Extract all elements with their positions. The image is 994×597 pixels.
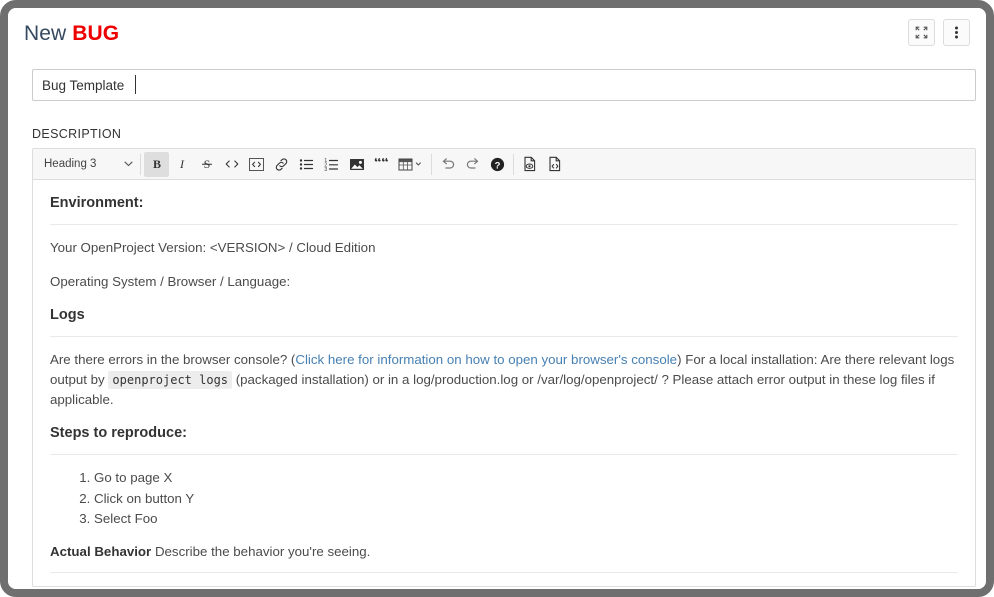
paragraph-style-dropdown[interactable]: Heading 3 [35, 152, 137, 177]
openproject-logs-code: openproject logs [108, 371, 232, 389]
toolbar-separator [431, 154, 432, 175]
list-item: Select Foo [94, 509, 968, 530]
actual-behavior-paragraph: Actual Behavior Describe the behavior yo… [40, 542, 968, 562]
editor-content[interactable]: Environment: Your OpenProject Version: <… [33, 180, 975, 587]
os-paragraph: Operating System / Browser / Language: [40, 272, 968, 292]
page-title-type: BUG [72, 22, 119, 45]
work-package-form: New BUG [8, 8, 986, 589]
list-item: Go to page X [94, 468, 968, 489]
page-title: New BUG [24, 22, 119, 46]
steps-list: Go to page X Click on button Y Select Fo… [40, 468, 968, 530]
description-editor: Heading 3 B I S [32, 148, 976, 587]
chevron-down-icon [124, 158, 133, 170]
environment-heading: Environment: [40, 194, 968, 212]
insert-table-button[interactable] [394, 152, 428, 177]
list-item: Click on button Y [94, 489, 968, 510]
text-caret [135, 75, 136, 94]
logs-paragraph: Are there errors in the browser console?… [40, 350, 968, 410]
version-paragraph: Your OpenProject Version: <VERSION> / Cl… [40, 238, 968, 258]
expected-behavior-paragraph: Expected Behavior Describe the expected … [40, 586, 968, 588]
browser-console-link[interactable]: Click here for information on how to ope… [295, 352, 677, 367]
bold-button[interactable]: B [144, 152, 169, 177]
more-menu-button[interactable] [943, 19, 970, 46]
redo-button[interactable] [460, 152, 485, 177]
page-title-prefix: New [24, 22, 66, 45]
svg-text:I: I [179, 157, 185, 171]
preview-button[interactable] [517, 152, 542, 177]
actual-behavior-label: Actual Behavior [50, 544, 151, 559]
italic-button[interactable]: I [169, 152, 194, 177]
window-frame: New BUG [0, 0, 994, 597]
more-vertical-icon [954, 25, 959, 40]
svg-text:B: B [152, 157, 160, 171]
undo-button[interactable] [435, 152, 460, 177]
description-label: DESCRIPTION [32, 127, 121, 141]
help-button[interactable]: ? [485, 152, 510, 177]
divider [50, 454, 958, 455]
bulleted-list-button[interactable] [294, 152, 319, 177]
form-header: New BUG [24, 16, 970, 60]
svg-text:?: ? [495, 160, 501, 171]
logs-heading: Logs [40, 306, 968, 324]
insert-image-button[interactable] [344, 152, 369, 177]
subject-field-wrapper [32, 69, 976, 101]
svg-text:3: 3 [324, 167, 327, 171]
paragraph-style-label: Heading 3 [44, 158, 96, 170]
divider [50, 224, 958, 225]
block-quote-button[interactable]: ““ [369, 152, 394, 177]
header-actions [908, 19, 970, 46]
code-block-button[interactable] [244, 152, 269, 177]
fullscreen-expand-icon [915, 26, 928, 39]
markdown-source-button[interactable] [542, 152, 567, 177]
svg-text:“: “ [381, 158, 389, 171]
actual-behavior-text: Describe the behavior you're seeing. [155, 544, 370, 559]
subject-input[interactable] [32, 69, 976, 101]
numbered-list-button[interactable]: 123 [319, 152, 344, 177]
editor-toolbar: Heading 3 B I S [33, 149, 975, 180]
toolbar-separator [513, 154, 514, 175]
strikethrough-button[interactable]: S [194, 152, 219, 177]
link-button[interactable] [269, 152, 294, 177]
inline-code-button[interactable] [219, 152, 244, 177]
toolbar-separator [140, 154, 141, 175]
divider [50, 336, 958, 337]
steps-heading: Steps to reproduce: [40, 424, 968, 442]
fullscreen-button[interactable] [908, 19, 935, 46]
divider [50, 572, 958, 573]
logs-text-part-1: Are there errors in the browser console?… [50, 352, 295, 367]
